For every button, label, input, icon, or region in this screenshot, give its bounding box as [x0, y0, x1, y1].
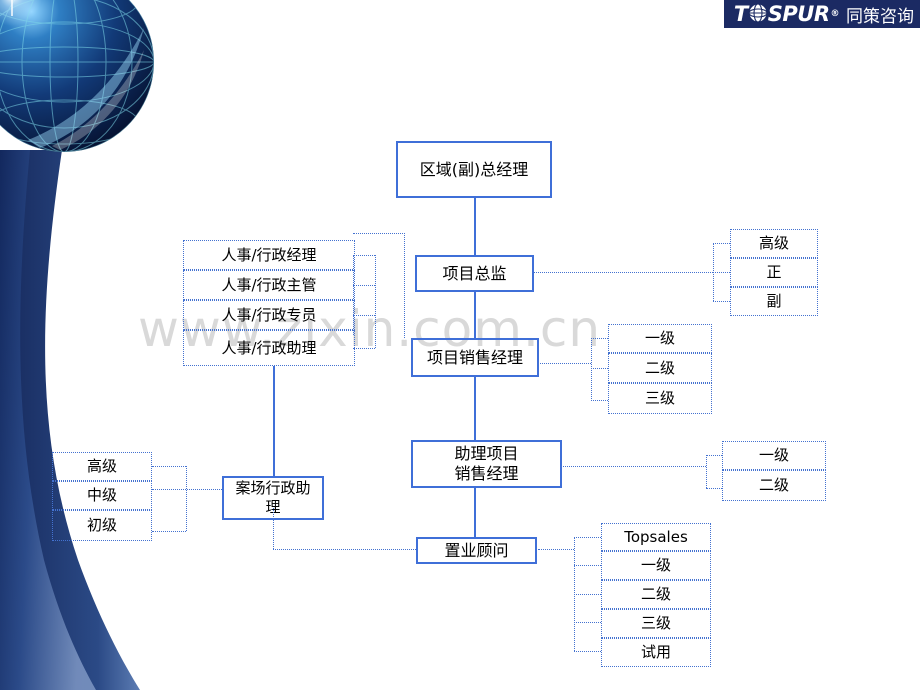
node-project-sales-manager[interactable]: 项目销售经理	[411, 338, 539, 377]
connector-hr-to-site-admin	[273, 366, 275, 476]
connector-top-to-director	[474, 197, 476, 255]
hr-bus-inner-vertical	[353, 255, 354, 335]
node-hr-admin-supervisor[interactable]: 人事/行政主管	[183, 270, 355, 300]
sales-grade-link-2	[591, 368, 608, 369]
director-grade-link-2	[713, 272, 730, 273]
node-consultant-grade-topsales[interactable]: Topsales	[601, 523, 711, 551]
node-label: 一级	[640, 556, 671, 575]
node-label: 中级	[86, 486, 117, 505]
node-label: 人事/行政专员	[221, 305, 317, 324]
node-label: 副	[766, 292, 782, 311]
hr-link-assistant	[353, 348, 375, 349]
node-label: 试用	[640, 643, 671, 662]
node-consultant-grade-level3[interactable]: 三级	[601, 609, 711, 638]
site-admin-grade-link-3	[152, 531, 186, 532]
connector-sales-manager-to-grades	[538, 363, 591, 364]
node-hr-admin-manager[interactable]: 人事/行政经理	[183, 240, 355, 270]
node-consultant-grade-level1[interactable]: 一级	[601, 551, 711, 580]
node-label: 二级	[640, 585, 671, 604]
node-site-admin-grade-senior[interactable]: 高级	[52, 452, 152, 481]
node-sales-grade-level2[interactable]: 二级	[608, 353, 712, 383]
connector-site-admin-to-consultant	[273, 549, 416, 550]
connector-director-to-grades	[533, 272, 713, 273]
node-assistant-grade-level1[interactable]: 一级	[722, 441, 826, 470]
site-admin-down-stub	[273, 508, 274, 549]
node-site-admin-grade-middle[interactable]: 中级	[52, 481, 152, 510]
consultant-grade-link-5	[574, 651, 601, 652]
node-director-grade-senior[interactable]: 高级	[730, 229, 818, 258]
connector-sales-manager-to-assistant	[474, 376, 476, 440]
node-label: 区域(副)总经理	[419, 159, 529, 179]
node-label: 三级	[640, 614, 671, 633]
hr-bus-vertical	[404, 233, 405, 338]
site-admin-grade-link-1	[152, 466, 186, 467]
node-label: 二级	[644, 358, 675, 377]
director-grade-link-1	[713, 243, 730, 244]
node-consultant-grade-level2[interactable]: 二级	[601, 580, 711, 609]
hr-stub-vertical	[375, 255, 376, 348]
node-label: 一级	[644, 329, 675, 348]
assistant-grade-link-2	[706, 488, 722, 489]
node-label: 正	[766, 263, 782, 282]
site-admin-grade-bus	[186, 466, 187, 531]
node-label: 三级	[644, 389, 675, 408]
connector-consultant-to-grades	[538, 549, 574, 550]
node-sales-grade-level3[interactable]: 三级	[608, 383, 712, 414]
consultant-grade-link-2	[574, 565, 601, 566]
connector-director-to-sales-manager	[474, 291, 476, 338]
node-label-line2: 销售经理	[454, 464, 519, 483]
connector-site-admin-to-grades	[152, 489, 222, 490]
node-regional-deputy-gm[interactable]: 区域(副)总经理	[396, 141, 552, 198]
slide-canvas: T SPUR ® 同策咨询 www.zixin.com.cn 区域(副)总经理 …	[0, 0, 920, 690]
node-label: 人事/行政经理	[221, 245, 317, 264]
node-label-line1: 助理项目	[454, 444, 519, 463]
hr-link-supervisor	[353, 285, 375, 286]
sales-grade-bus	[591, 338, 592, 401]
node-label: 置业顾问	[444, 540, 509, 560]
node-label: 项目总监	[442, 263, 507, 283]
node-director-grade-full[interactable]: 正	[730, 258, 818, 287]
sales-grade-link-3	[591, 400, 608, 401]
hr-bus-top-link	[353, 233, 405, 234]
node-hr-admin-specialist[interactable]: 人事/行政专员	[183, 300, 355, 330]
sales-grade-link-1	[591, 338, 608, 339]
assistant-grade-link-1	[706, 455, 722, 456]
node-property-consultant[interactable]: 置业顾问	[416, 537, 537, 564]
node-label: 高级	[86, 457, 117, 476]
node-label: 人事/行政助理	[221, 338, 317, 357]
hr-link-specialist	[353, 315, 375, 316]
node-label: 二级	[758, 476, 789, 495]
assistant-grade-bus	[706, 455, 707, 488]
node-project-director[interactable]: 项目总监	[415, 255, 534, 292]
consultant-grade-link-4	[574, 622, 601, 623]
node-sales-grade-level1[interactable]: 一级	[608, 324, 712, 353]
node-assistant-grade-level2[interactable]: 二级	[722, 470, 826, 501]
connector-assistant-to-grades	[561, 466, 706, 467]
node-assistant-project-sales-manager[interactable]: 助理项目 销售经理	[411, 440, 562, 488]
consultant-grade-link-3	[574, 594, 601, 595]
node-director-grade-deputy[interactable]: 副	[730, 287, 818, 316]
org-chart: 区域(副)总经理 项目总监 项目销售经理 助理项目 销售经理 置业顾问 人事/行…	[0, 0, 920, 690]
director-grade-link-3	[713, 301, 730, 302]
node-consultant-grade-trial[interactable]: 试用	[601, 638, 711, 667]
node-label: 人事/行政主管	[221, 275, 317, 294]
connector-assistant-to-consultant	[474, 487, 476, 537]
node-label: 高级	[758, 234, 789, 253]
consultant-grade-link-1	[574, 537, 601, 538]
node-label: Topsales	[624, 527, 688, 546]
node-label: 初级	[86, 516, 117, 535]
hr-link-manager	[353, 255, 375, 256]
node-label: 项目销售经理	[426, 347, 523, 367]
node-label-line1: 案场行政助	[235, 479, 311, 498]
node-site-admin-grade-junior[interactable]: 初级	[52, 510, 152, 541]
node-label: 一级	[758, 446, 789, 465]
node-hr-admin-assistant[interactable]: 人事/行政助理	[183, 330, 355, 366]
